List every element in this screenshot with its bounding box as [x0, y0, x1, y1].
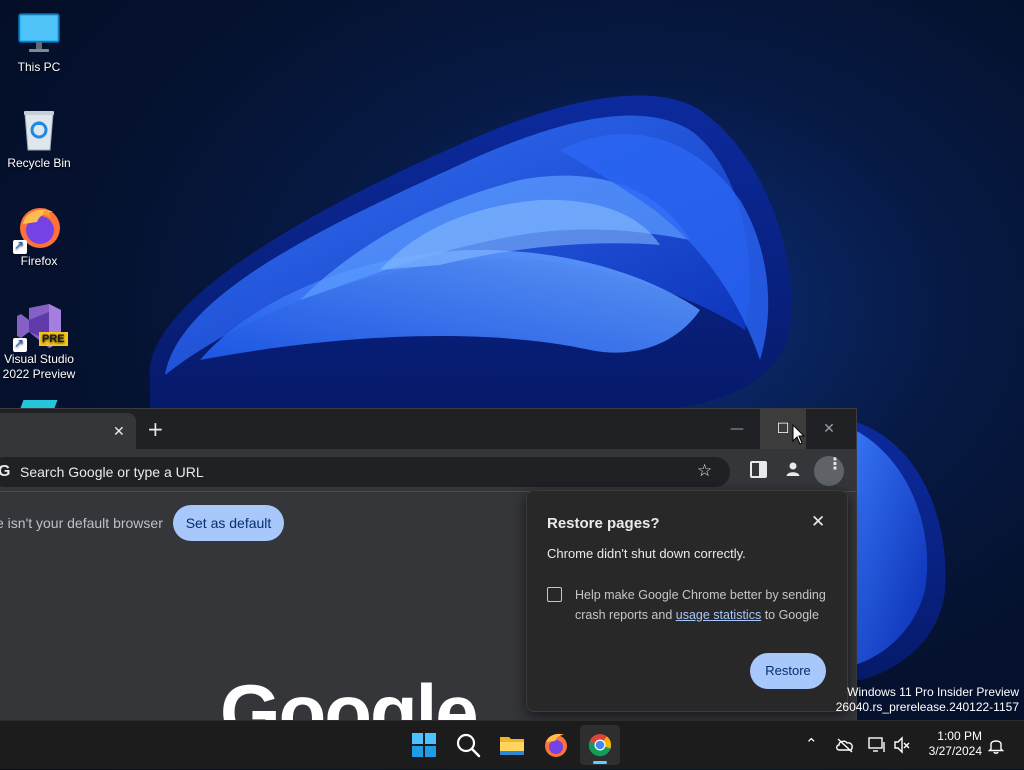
- side-panel-icon[interactable]: [750, 461, 767, 478]
- notification-bell-icon[interactable]: [987, 736, 1005, 759]
- clock-time: 1:00 PM: [937, 729, 982, 743]
- firefox-icon: [13, 204, 63, 254]
- close-icon[interactable]: ✕: [811, 512, 825, 532]
- chevron-up-icon[interactable]: ⌃: [805, 735, 818, 753]
- clock[interactable]: 1:00 PM 3/27/2024: [920, 729, 982, 759]
- clock-date: 3/27/2024: [928, 744, 982, 758]
- set-as-default-button[interactable]: Set as default: [173, 505, 284, 541]
- crash-report-label: Help make Google Chrome better by sendin…: [575, 585, 835, 625]
- infobar-text: e isn't your default browser: [0, 515, 163, 531]
- desktop-icon-visual-studio[interactable]: PRE Visual Studio 2022 Preview: [0, 302, 78, 382]
- desktop-icon-label: Firefox: [20, 254, 58, 268]
- shortcut-arrow-icon: [13, 238, 27, 254]
- watermark-line-1: Windows 11 Pro Insider Preview: [847, 685, 1019, 699]
- google-logo: Google: [220, 668, 479, 721]
- chrome-toolbar: G Search Google or type a URL ☆ ⋮: [0, 449, 856, 491]
- menu-button[interactable]: ⋮: [814, 456, 844, 486]
- partial-desktop-icon: [20, 400, 58, 408]
- desktop-icon-label: Visual Studio 2022 Preview: [2, 352, 76, 381]
- desktop-icon-label: Recycle Bin: [7, 156, 71, 170]
- active-app-indicator: [593, 761, 607, 764]
- profile-icon[interactable]: [785, 461, 801, 477]
- omnibox[interactable]: G Search Google or type a URL ☆: [0, 457, 730, 487]
- volume-muted-icon[interactable]: [893, 736, 911, 759]
- recycle-bin-icon: [15, 106, 63, 154]
- dialog-title: Restore pages?: [547, 515, 660, 532]
- monitor-icon: [15, 10, 63, 58]
- close-tab-icon[interactable]: ✕: [113, 424, 125, 440]
- close-window-button[interactable]: ✕: [806, 409, 852, 449]
- help-text-suffix: to Google: [761, 608, 819, 622]
- google-g-icon: G: [0, 463, 10, 481]
- minimize-button[interactable]: —: [714, 409, 760, 449]
- shortcut-arrow-icon: [13, 336, 27, 352]
- usage-statistics-link[interactable]: usage statistics: [676, 608, 761, 622]
- watermark-line-2: 26040.rs_prerelease.240122-1157: [835, 700, 1019, 714]
- omnibox-placeholder: Search Google or type a URL: [20, 464, 204, 480]
- desktop-icon-firefox[interactable]: Firefox: [0, 204, 78, 269]
- tab-strip: ✕ + — ☐ ✕: [0, 409, 856, 449]
- taskbar: ⌃ 1:00 PM 3/27/2024: [0, 720, 1024, 769]
- visual-studio-icon: PRE: [13, 302, 68, 352]
- desktop-icon-recycle-bin[interactable]: Recycle Bin: [0, 106, 78, 171]
- active-tab[interactable]: ✕: [0, 413, 136, 449]
- os-watermark: Windows 11 Pro Insider Preview 26040.rs_…: [836, 685, 1019, 715]
- network-icon[interactable]: [867, 736, 887, 759]
- search-icon[interactable]: [448, 725, 488, 765]
- crash-report-checkbox[interactable]: [547, 587, 562, 602]
- desktop-icon-label: This PC: [17, 60, 61, 74]
- mouse-cursor: [792, 424, 806, 445]
- dialog-message: Chrome didn't shut down correctly.: [547, 546, 746, 561]
- pre-badge: PRE: [39, 332, 68, 346]
- start-icon[interactable]: [404, 725, 444, 765]
- star-icon[interactable]: ☆: [697, 461, 712, 481]
- onedrive-icon[interactable]: [835, 737, 855, 758]
- firefox-icon[interactable]: [536, 725, 576, 765]
- menu-icon: ⋮: [827, 456, 843, 473]
- desktop-icon-this-pc[interactable]: This PC: [0, 10, 78, 75]
- restore-pages-dialog: Restore pages? ✕ Chrome didn't shut down…: [526, 490, 848, 712]
- chrome-icon[interactable]: [580, 725, 620, 765]
- file-explorer-icon[interactable]: [492, 725, 532, 765]
- restore-button[interactable]: Restore: [750, 653, 826, 689]
- new-tab-button[interactable]: +: [147, 419, 164, 439]
